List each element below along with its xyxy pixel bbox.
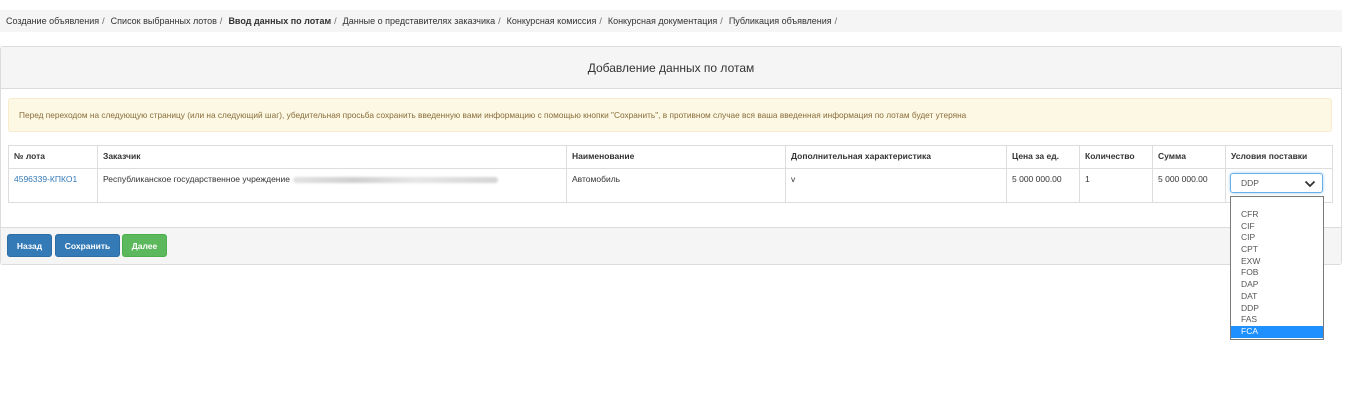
cell-sum: 5 000 000.00	[1152, 168, 1226, 203]
column-header-extra: Дополнительная характеристика	[785, 145, 1007, 169]
delivery-terms-value: DDP	[1241, 178, 1259, 188]
warning-alert: Перед переходом на следующую страницу (и…	[8, 98, 1332, 132]
breadcrumb-item-selected-lots[interactable]: Список выбранных лотов	[111, 16, 217, 26]
dropdown-option-fob[interactable]: FOB	[1231, 267, 1323, 279]
chevron-down-icon	[1304, 180, 1316, 188]
delivery-terms-dropdown-list: CFR CIF CIP CPT EXW FOB DAP DAT DDP FAS …	[1230, 196, 1324, 340]
panel-title: Добавление данных по лотам	[1, 47, 1341, 89]
save-button[interactable]: Сохранить	[55, 234, 120, 257]
breadcrumb-separator: /	[599, 16, 602, 26]
dropdown-option-dap[interactable]: DAP	[1231, 279, 1323, 291]
breadcrumb-item-tender-commission[interactable]: Конкурсная комиссия	[507, 16, 597, 26]
dropdown-option-ddp[interactable]: DDP	[1231, 303, 1323, 315]
breadcrumb-separator: /	[834, 16, 838, 26]
dropdown-option-cif[interactable]: CIF	[1231, 221, 1323, 233]
breadcrumb-item-publication[interactable]: Публикация объявления	[729, 16, 832, 26]
breadcrumb: Создание объявления / Список выбранных ло…	[0, 10, 1342, 32]
breadcrumb-item-customer-representatives[interactable]: Данные о представителях заказчика	[343, 16, 496, 26]
next-button[interactable]: Далее	[122, 234, 167, 257]
column-header-customer: Заказчик	[97, 145, 567, 169]
breadcrumb-separator: /	[219, 16, 223, 26]
breadcrumb-separator: /	[102, 16, 105, 26]
cell-name: Автомобиль	[566, 168, 786, 203]
lot-data-panel: Добавление данных по лотам Перед переход…	[0, 46, 1342, 265]
customer-name: Республиканское государственное учрежден…	[103, 174, 290, 184]
dropdown-option-fas[interactable]: FAS	[1231, 314, 1323, 326]
lot-number-link[interactable]: 4596339-КПКО1	[14, 174, 77, 184]
dropdown-option-exw[interactable]: EXW	[1231, 256, 1323, 268]
cell-extra: v	[785, 168, 1007, 203]
lots-table: № лота Заказчик Наименование Дополнитель…	[8, 145, 1333, 203]
column-header-sum: Сумма	[1152, 145, 1226, 169]
column-header-lot-number: № лота	[8, 145, 98, 169]
dropdown-option-fca[interactable]: FCA	[1231, 325, 1323, 338]
column-header-quantity: Количество	[1079, 145, 1153, 169]
panel-footer: Назад Сохранить Далее	[1, 227, 1341, 264]
back-button[interactable]: Назад	[7, 234, 52, 257]
breadcrumb-separator: /	[720, 16, 723, 26]
breadcrumb-item-lot-data: Ввод данных по лотам	[228, 16, 332, 26]
cell-unit-price: 5 000 000.00	[1006, 168, 1080, 203]
delivery-terms-select[interactable]: DDP	[1230, 173, 1323, 193]
dropdown-option-cfr[interactable]: CFR	[1231, 209, 1323, 221]
column-header-unit-price: Цена за ед.	[1006, 145, 1080, 169]
dropdown-option-cpt[interactable]: CPT	[1231, 244, 1323, 256]
dropdown-option-cip[interactable]: CIP	[1231, 232, 1323, 244]
table-row: 4596339-КПКО1 Республиканское государств…	[8, 168, 1333, 203]
redacted-text	[292, 176, 498, 183]
column-header-name: Наименование	[566, 145, 786, 169]
breadcrumb-item-tender-documentation[interactable]: Конкурсная документация	[608, 16, 717, 26]
column-header-delivery-terms: Условия поставки	[1225, 145, 1333, 169]
breadcrumb-separator: /	[498, 16, 501, 26]
breadcrumb-item-create-announcement[interactable]: Создание объявления	[6, 16, 99, 26]
cell-lot-number: 4596339-КПКО1	[8, 168, 98, 203]
cell-quantity: 1	[1079, 168, 1153, 203]
table-header-row: № лота Заказчик Наименование Дополнитель…	[8, 145, 1333, 169]
breadcrumb-separator: /	[334, 16, 337, 26]
cell-customer: Республиканское государственное учрежден…	[97, 168, 567, 203]
dropdown-option-dat[interactable]: DAT	[1231, 291, 1323, 303]
